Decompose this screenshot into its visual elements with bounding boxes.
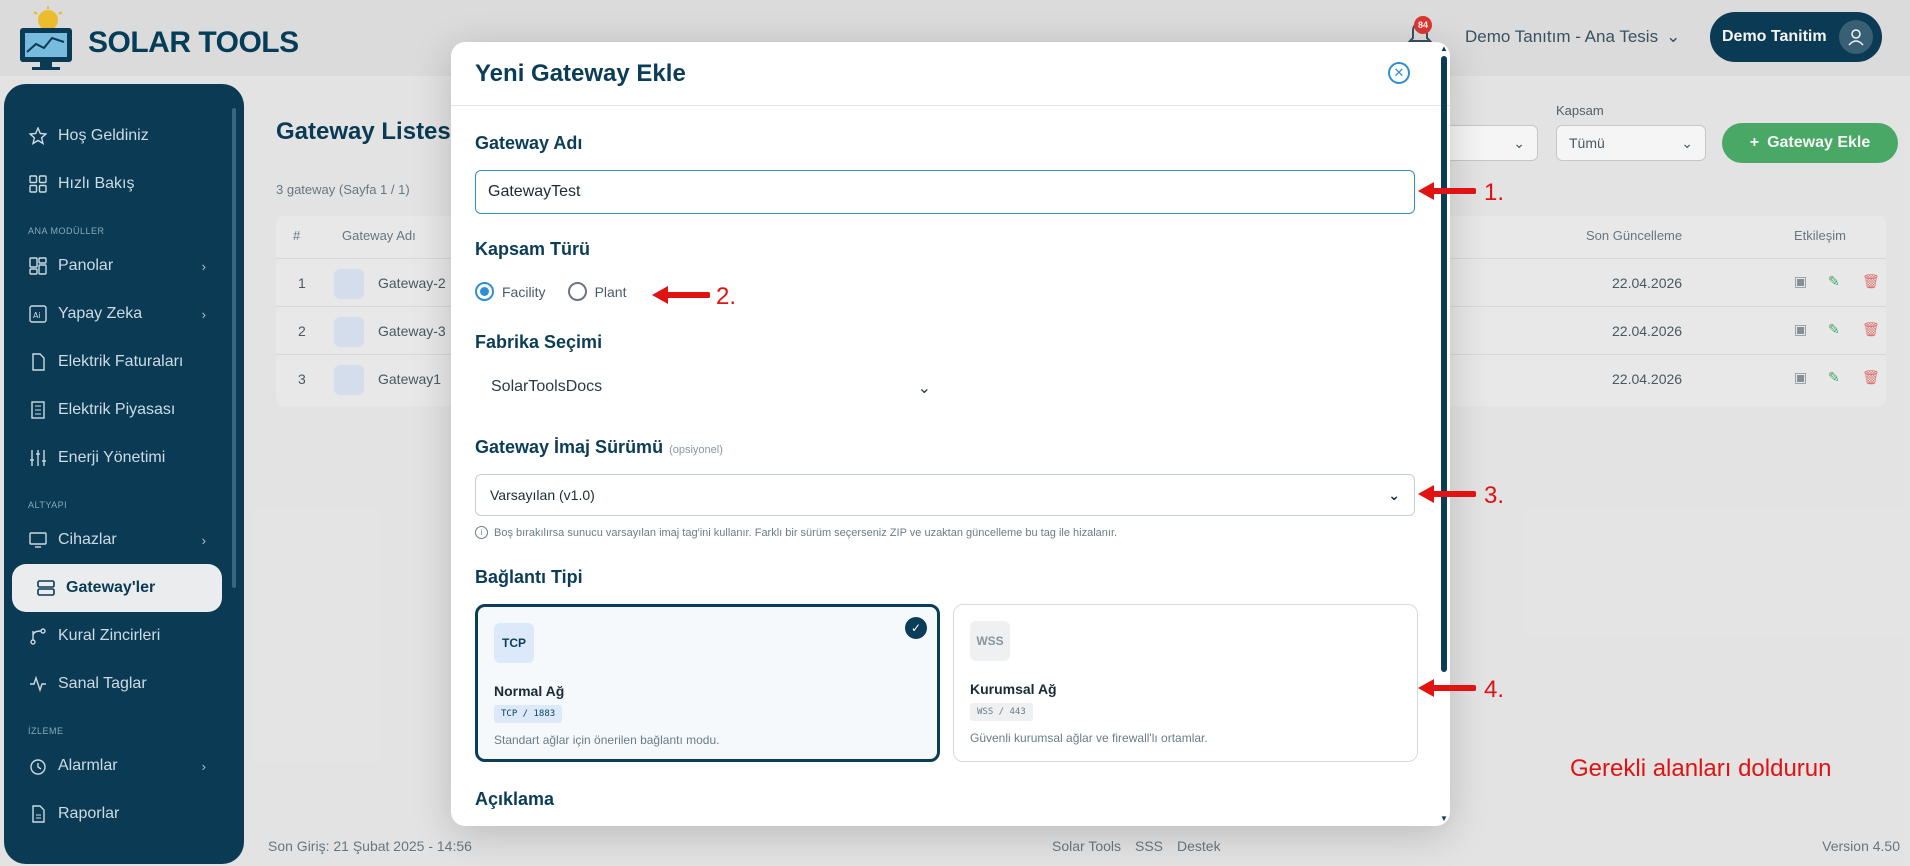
description-label: Açıklama [475, 789, 555, 809]
image-version-value: Varsayılan (v1.0) [490, 487, 595, 503]
radio-facility[interactable] [475, 282, 494, 301]
add-gateway-modal: Yeni Gateway Ekle ✕ ▲ ▼ Gateway Adı Kaps… [451, 42, 1450, 826]
annotation-step-2: 2. [716, 283, 737, 310]
connection-card-tcp[interactable]: TCP ✓ Normal Ağ TCP / 1883 Standart ağla… [475, 604, 940, 762]
check-icon: ✓ [905, 617, 927, 639]
radio-plant-label[interactable]: Plant [595, 284, 627, 300]
annotation-note: Gerekli alanları doldurun [1570, 755, 1832, 782]
factory-select[interactable]: SolarToolsDocs ⌄ [491, 378, 931, 398]
chevron-down-icon: ⌄ [917, 380, 931, 397]
scope-type-label: Kapsam Türü [475, 239, 591, 259]
radio-facility-label[interactable]: Facility [502, 284, 546, 300]
annotation-step-1: 1. [1484, 179, 1505, 206]
modal-header: Yeni Gateway Ekle ✕ [451, 42, 1450, 106]
image-version-label-text: Gateway İmaj Sürümü [475, 437, 664, 457]
gateway-name-input[interactable] [475, 170, 1415, 214]
gateway-name-label: Gateway Adı [475, 133, 583, 153]
connection-desc: Güvenli kurumsal ağlar ve firewall'lı or… [970, 731, 1208, 745]
connection-type-label: Bağlantı Tipi [475, 567, 583, 587]
connection-card-wss[interactable]: WSS Kurumsal Ağ WSS / 443 Güvenli kurums… [953, 604, 1418, 762]
connection-desc: Standart ağlar için önerilen bağlantı mo… [494, 733, 720, 747]
tcp-badge: TCP [494, 623, 534, 663]
scroll-down-icon[interactable]: ▼ [1440, 814, 1448, 823]
modal-scrollbar[interactable] [1441, 56, 1447, 672]
scope-type-group: Facility Plant [475, 282, 626, 301]
connection-code: TCP / 1883 [494, 705, 563, 723]
image-version-hint: i Boş bırakılırsa sunucu varsayılan imaj… [475, 526, 1117, 539]
factory-select-value: SolarToolsDocs [491, 378, 603, 395]
scroll-up-icon[interactable]: ▲ [1440, 44, 1448, 53]
radio-plant[interactable] [567, 282, 587, 301]
annotation-arrow-icon [1418, 182, 1476, 200]
optional-tag: (opsiyonel) [669, 444, 723, 456]
annotation-step-3: 3. [1484, 482, 1505, 509]
annotation-arrow-icon [1418, 485, 1476, 503]
wss-badge: WSS [970, 621, 1010, 661]
chevron-down-icon: ⌄ [1388, 486, 1400, 503]
image-version-label: Gateway İmaj Sürümü (opsiyonel) [475, 437, 723, 458]
image-version-select[interactable]: Varsayılan (v1.0) ⌄ [475, 474, 1415, 516]
annotation-step-4: 4. [1484, 676, 1505, 703]
connection-title: Normal Ağ [494, 683, 565, 699]
connection-title: Kurumsal Ağ [970, 681, 1057, 697]
factory-label: Fabrika Seçimi [475, 332, 603, 352]
close-icon[interactable]: ✕ [1388, 62, 1410, 84]
annotation-arrow-icon [652, 286, 710, 304]
connection-code: WSS / 443 [970, 703, 1033, 721]
modal-title: Yeni Gateway Ekle [475, 60, 686, 87]
info-icon: i [475, 526, 488, 539]
hint-text: Boş bırakılırsa sunucu varsayılan imaj t… [494, 526, 1118, 539]
annotation-arrow-icon [1418, 679, 1476, 697]
